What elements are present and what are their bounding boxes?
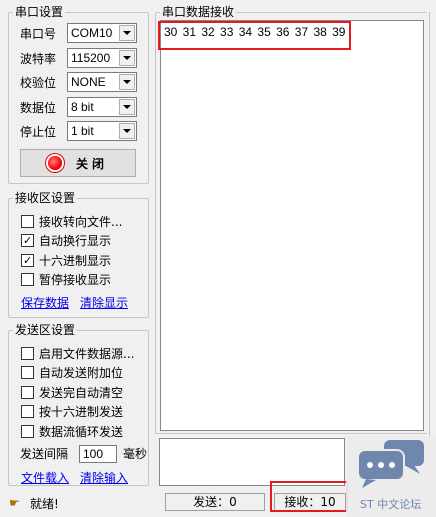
port-label: 串口号 [20,27,57,41]
checkbox-label: 数据流循环发送 [39,424,124,439]
checkbox-unchecked[interactable] [21,214,34,228]
checkbox-label: 十六进制显示 [39,253,112,268]
checkbox-label: 暂停接收显示 [39,273,112,287]
right-edge-panel [429,12,436,488]
serial-settings-group: 串口设置 串口号 COM10 波特率 115200 校验位 NONE 数据位 8… [8,5,149,184]
checkbox-checked[interactable] [21,253,34,267]
save-data-link[interactable]: 保存数据 [21,294,69,311]
sent-count-text: 发送：0 [193,495,237,509]
port-select[interactable]: COM10 [67,23,137,43]
receive-settings-group: 接收区设置 接收转向文件... 自动换行显示十六进制显示暂停接收显示 保存数据 清… [8,191,149,318]
databits-label: 数据位 [20,101,57,115]
chevron-down-icon[interactable] [119,99,135,115]
sent-count: 发送：0 [165,493,265,511]
receive-area-title: 串口数据接收 [160,5,237,19]
close-port-button[interactable]: 关闭 [20,149,136,177]
send-data-textarea[interactable] [159,438,345,486]
send-settings-title: 发送区设置 [13,323,78,337]
databits-value: 8 bit [71,100,94,114]
serial-settings-title: 串口设置 [13,5,66,19]
ready-icon: ☛ [9,496,20,510]
parity-label: 校验位 [20,76,57,90]
parity-value: NONE [71,75,106,89]
checkbox-option[interactable]: 启用文件数据源... [21,345,134,361]
checkbox-label: 接收转向文件... [39,214,123,229]
checkbox-option[interactable]: 数据流循环发送 [21,423,123,439]
received-count-highlight [270,481,348,512]
send-interval-unit: 毫秒 [123,447,148,461]
indicator-light-icon [47,156,62,170]
send-interval-value: 100 [83,447,104,461]
baud-value: 115200 [71,51,111,65]
stopbits-select[interactable]: 1 bit [67,121,137,141]
checkbox-unchecked[interactable] [21,405,34,418]
checkbox-unchecked[interactable] [21,385,34,399]
checkbox-option[interactable]: 十六进制显示 [21,252,111,268]
receive-settings-title: 接收区设置 [13,191,78,205]
stopbits-label: 停止位 [20,125,57,139]
baud-select[interactable]: 115200 [67,48,137,68]
port-value: COM10 [71,26,113,40]
received-data-highlight [158,21,351,50]
checkbox-label: 按十六进制发送 [39,405,124,419]
chevron-down-icon[interactable] [119,123,135,139]
send-settings-group: 发送区设置 启用文件数据源... 自动发送附加位 发送完自动清空 按十六进制发送 数据流… [8,323,149,486]
send-interval-label: 发送间隔 [20,447,69,461]
clear-input-link[interactable]: 清除输入 [80,469,128,486]
checkbox-option[interactable]: 自动换行显示 [21,233,111,249]
clear-display-link[interactable]: 清除显示 [80,294,128,311]
chevron-down-icon[interactable] [119,25,135,41]
databits-select[interactable]: 8 bit [67,97,137,117]
checkbox-unchecked[interactable] [21,366,34,379]
checkbox-option[interactable]: 自动发送附加位 [21,365,123,381]
status-ready-text: 就绪! [30,497,59,511]
checkbox-option[interactable]: 按十六进制发送 [21,404,123,420]
checkbox-option[interactable]: 发送完自动清空 [21,384,123,400]
chevron-down-icon[interactable] [119,50,135,66]
receive-area-group: 串口数据接收 30 31 32 33 34 35 36 37 38 39 [155,5,427,434]
checkbox-unchecked[interactable] [21,346,34,360]
baud-label: 波特率 [20,52,57,66]
checkbox-unchecked[interactable] [21,273,34,286]
chevron-down-icon[interactable] [119,74,135,90]
watermark-text: ST 中文论坛 [360,498,422,511]
checkbox-label: 启用文件数据源... [39,346,135,361]
checkbox-unchecked[interactable] [21,424,34,438]
checkbox-option[interactable]: 接收转向文件... [21,213,122,229]
checkbox-label: 自动发送附加位 [39,366,124,380]
forum-watermark: ST 中文论坛 [346,436,436,517]
checkbox-checked[interactable] [21,234,34,247]
checkbox-option[interactable]: 暂停接收显示 [21,272,111,288]
load-file-link[interactable]: 文件载入 [21,469,69,486]
checkbox-label: 发送完自动清空 [39,385,124,400]
receive-data-textarea[interactable]: 30 31 32 33 34 35 36 37 38 39 [160,20,424,431]
chat-bubble-icon [357,440,424,488]
send-interval-input[interactable]: 100 [79,445,117,463]
stopbits-value: 1 bit [71,124,94,138]
parity-select[interactable]: NONE [67,72,137,92]
checkbox-label: 自动换行显示 [39,234,112,248]
close-button-label: 关闭 [75,156,108,171]
